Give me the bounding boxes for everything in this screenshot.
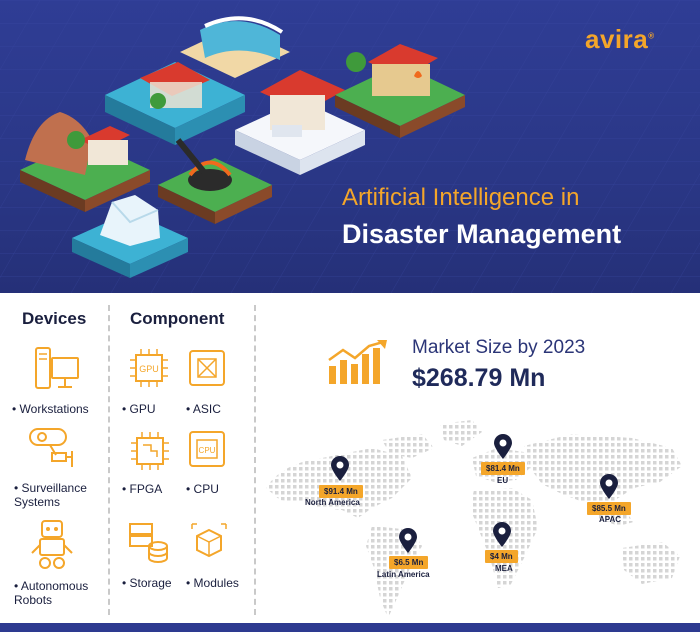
component-label-cpu: • CPU xyxy=(186,482,219,496)
robot-icon xyxy=(31,520,73,569)
region-value-north-america: $91.4 Mn xyxy=(319,485,363,498)
asic-chip-icon xyxy=(189,350,225,386)
svg-text:GPU: GPU xyxy=(139,364,159,374)
storage-icon xyxy=(129,523,168,563)
hero-title-line2: Disaster Management xyxy=(342,219,622,249)
workstation-icon xyxy=(35,347,79,389)
surveillance-camera-icon xyxy=(29,428,73,467)
modules-icon xyxy=(191,523,227,558)
region-value-latin-america: $6.5 Mn xyxy=(389,556,429,569)
divider-component xyxy=(254,305,256,615)
map-pin-north-america-icon xyxy=(331,456,349,481)
component-title: Component xyxy=(130,309,225,328)
gpu-chip-icon: GPU xyxy=(130,349,168,387)
region-value-apac: $85.5 Mn xyxy=(587,502,631,515)
component-label-modules: • Modules xyxy=(186,576,239,590)
region-name-latin-america: Latin America xyxy=(377,570,430,579)
divider-devices xyxy=(108,305,110,615)
component-label-gpu: • GPU xyxy=(122,402,156,416)
region-value-eu: $81.4 Mn xyxy=(481,462,525,475)
device-label-robots: • Autonomous Robots xyxy=(14,579,89,607)
world-map xyxy=(266,420,682,618)
region-name-eu: EU xyxy=(497,476,509,485)
component-label-asic: • ASIC xyxy=(186,402,221,416)
brand-logo[interactable]: avira® xyxy=(585,24,655,55)
map-pin-apac-icon xyxy=(600,474,618,499)
region-name-apac: APAC xyxy=(599,515,622,524)
fpga-chip-icon xyxy=(131,432,169,470)
map-pin-eu-icon xyxy=(494,434,512,459)
footer-bar xyxy=(0,623,700,632)
region-name-north-america: North America xyxy=(305,498,360,507)
hero-banner: avira® Artificial Intelligence in Disast… xyxy=(0,0,700,293)
market-value: $268.79 Mn xyxy=(412,364,546,392)
market-title: Market Size by 2023 xyxy=(412,337,586,358)
component-label-fpga: • FPGA xyxy=(122,482,163,496)
region-name-mea: MEA xyxy=(495,564,513,573)
device-label-workstations: • Workstations xyxy=(12,402,89,416)
region-value-mea: $4 Mn xyxy=(485,550,518,563)
map-pin-latin-america-icon xyxy=(399,528,417,553)
svg-text:CPU: CPU xyxy=(199,446,216,455)
map-pin-mea-icon xyxy=(493,522,511,547)
devices-title: Devices xyxy=(22,309,87,328)
cpu-chip-icon: CPU xyxy=(189,431,225,467)
device-label-surveillance: • Surveillance Systems xyxy=(14,481,87,509)
hero-title-line1: Artificial Intelligence in xyxy=(342,184,580,211)
component-label-storage: • Storage xyxy=(122,576,172,590)
growth-chart-icon xyxy=(328,340,387,384)
